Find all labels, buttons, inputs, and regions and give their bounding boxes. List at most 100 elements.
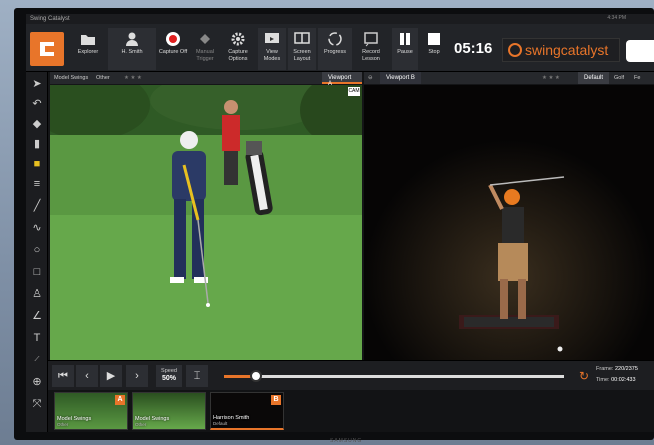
studio-video-frame bbox=[364, 85, 654, 360]
monitor-frame: Swing Catalyst 4:34 PM Explorer H. Smith… bbox=[0, 0, 654, 445]
capture-off-label: Capture Off bbox=[158, 49, 188, 55]
screen-layout-button[interactable]: Screen Layout bbox=[288, 28, 316, 70]
cloud-icon[interactable] bbox=[626, 40, 654, 62]
undo-icon[interactable]: ↶ bbox=[29, 96, 45, 112]
explorer-button[interactable]: Explorer bbox=[70, 28, 106, 70]
trigger-icon bbox=[200, 34, 210, 44]
thumbnail-subtitle: Other bbox=[57, 422, 69, 427]
rectangle-tool-icon[interactable]: □ bbox=[29, 264, 45, 280]
viewport-a-video[interactable]: CAM bbox=[50, 85, 362, 360]
pause-label: Pause bbox=[397, 49, 413, 55]
viewport-b-video[interactable] bbox=[364, 85, 654, 360]
trim-icon[interactable]: ⌶ bbox=[186, 365, 208, 387]
brand-swirl-icon bbox=[508, 43, 522, 57]
lesson-icon bbox=[364, 32, 378, 47]
sport-selector[interactable]: Golf bbox=[614, 75, 624, 81]
thumbnail-item[interactable]: Model Swings Other A bbox=[54, 392, 128, 430]
monitor-brand: SAMSUNG bbox=[330, 438, 363, 444]
camera-toggle-label: CAM bbox=[348, 88, 360, 94]
folder-icon bbox=[81, 35, 95, 45]
step-forward-icon[interactable]: › bbox=[126, 365, 148, 387]
frame-value: 220/2375 bbox=[614, 366, 638, 372]
circle-tool-icon[interactable]: ○ bbox=[29, 242, 45, 258]
viewport-badge: B bbox=[271, 395, 281, 405]
thumbnail-caption: Harrison Smith Default bbox=[213, 415, 249, 427]
thumbnail-item[interactable]: Model Swings Other bbox=[132, 392, 206, 430]
drawing-tools-panel: ➤ ↶ ◆ ▮ ■ ≡ ╱ ∿ ○ □ ♙ ∠ T ⟋ ⊕ ⤧ bbox=[26, 72, 48, 432]
capture-options-button[interactable]: Capture Options bbox=[222, 28, 254, 70]
view-modes-button[interactable]: View Modes bbox=[258, 28, 286, 70]
pointer-tool-icon[interactable]: ➤ bbox=[29, 76, 45, 92]
trash-icon[interactable]: ▮ bbox=[29, 136, 45, 152]
stop-button[interactable]: Stop bbox=[422, 28, 446, 70]
step-back-icon[interactable]: ‹ bbox=[76, 365, 98, 387]
explorer-label: Explorer bbox=[77, 49, 99, 55]
color-picker-icon[interactable]: ■ bbox=[29, 156, 45, 172]
thumbnail-caption: Model Swings Other bbox=[135, 416, 169, 428]
viewport-a-tab[interactable]: Viewport A bbox=[322, 72, 362, 87]
thumbnail-subtitle: Default bbox=[213, 421, 228, 426]
viewport-b-tab[interactable]: Viewport B bbox=[380, 72, 421, 84]
ruler-tool-icon[interactable]: ⟋ bbox=[29, 352, 45, 368]
view-modes-label: View Modes bbox=[263, 49, 281, 62]
time-value: 00:02:433 bbox=[611, 377, 636, 383]
playback-controls: ⏮ ‹ ▶ › Speed 50% ⌶ ↻ Frame: 220/2375 Ti… bbox=[48, 360, 654, 390]
rating-stars[interactable]: ★ ★ ★ bbox=[124, 75, 142, 81]
system-clock: 4:34 PM bbox=[607, 15, 626, 21]
monitor-icon bbox=[265, 33, 279, 43]
stop-label: Stop bbox=[428, 49, 440, 55]
skip-start-icon[interactable]: ⏮ bbox=[52, 365, 74, 387]
camera-toggle[interactable]: CAM bbox=[348, 87, 360, 96]
app-title: Swing Catalyst bbox=[30, 16, 70, 22]
user-button[interactable]: H. Smith bbox=[108, 28, 156, 70]
line-tool-icon[interactable]: ╱ bbox=[29, 198, 45, 214]
mode-value: Default bbox=[584, 75, 604, 81]
speed-label: Speed bbox=[161, 368, 177, 374]
frame-label: Frame: bbox=[596, 366, 614, 372]
timeline-scrubber[interactable] bbox=[249, 370, 262, 382]
session-timer: 05:16 bbox=[454, 40, 493, 57]
tab-model-swings[interactable]: Model Swings bbox=[54, 75, 88, 81]
viewport-a-header: Model Swings Other ★ ★ ★ Viewport A bbox=[50, 72, 362, 87]
zoom-icon[interactable]: ⊕ bbox=[29, 374, 45, 390]
pause-icon bbox=[400, 33, 410, 45]
capture-off-button[interactable]: Capture Off bbox=[158, 28, 188, 70]
tab-other[interactable]: Other bbox=[96, 75, 110, 81]
play-icon[interactable]: ▶ bbox=[100, 365, 122, 387]
pause-button[interactable]: Pause bbox=[392, 28, 418, 70]
thumbnail-subtitle: Other bbox=[135, 422, 147, 427]
freehand-tool-icon[interactable]: ∿ bbox=[29, 220, 45, 236]
loop-icon[interactable]: ↻ bbox=[576, 369, 592, 383]
speed-control[interactable]: Speed 50% bbox=[156, 365, 182, 387]
link-icon[interactable]: ⊖ bbox=[368, 75, 373, 81]
viewport-b-rating-stars[interactable]: ★ ★ ★ bbox=[542, 75, 560, 81]
mode-dropdown[interactable]: Default bbox=[578, 72, 610, 84]
progress-circle-icon bbox=[328, 32, 342, 46]
line-width-icon[interactable]: ≡ bbox=[29, 176, 45, 192]
stop-icon bbox=[428, 33, 440, 45]
viewport-b-header: ⊖ Viewport B ★ ★ ★ Default Golf Fe bbox=[364, 72, 654, 84]
screen-layout-label: Screen Layout bbox=[293, 49, 311, 62]
user-label: H. Smith bbox=[121, 49, 143, 55]
thumbnail-item-selected[interactable]: Harrison Smith Default B bbox=[210, 392, 284, 430]
manual-trigger-label: Manual Trigger bbox=[195, 49, 215, 62]
frame-info: Frame: 220/2375 Time: 00:02:433 bbox=[596, 364, 638, 386]
extra-selector[interactable]: Fe bbox=[634, 75, 640, 81]
body-angle-tool-icon[interactable]: ♙ bbox=[29, 286, 45, 302]
angle-tool-icon[interactable]: ∠ bbox=[29, 308, 45, 324]
thumbnail-caption: Model Swings Other bbox=[57, 416, 91, 428]
record-lesson-button[interactable]: Record Lesson bbox=[356, 28, 386, 70]
app-window: Swing Catalyst 4:34 PM Explorer H. Smith… bbox=[26, 14, 654, 432]
manual-trigger-button[interactable]: Manual Trigger bbox=[190, 28, 220, 70]
progress-button[interactable]: Progress bbox=[318, 28, 352, 70]
main-toolbar: Explorer H. Smith Capture Off Manual Tri… bbox=[26, 24, 654, 72]
record-lesson-label: Record Lesson bbox=[362, 49, 380, 62]
timeline-track[interactable] bbox=[224, 375, 564, 378]
thumbnail-strip: Model Swings Other A Model Swings Other Ha… bbox=[48, 390, 654, 432]
text-tool-icon[interactable]: T bbox=[29, 330, 45, 346]
golf-course-video-frame bbox=[50, 85, 362, 360]
progress-label: Progress bbox=[323, 49, 346, 55]
speed-value: 50% bbox=[161, 375, 176, 382]
fit-screen-icon[interactable]: ⤧ bbox=[29, 396, 45, 412]
eraser-icon[interactable]: ◆ bbox=[29, 116, 45, 132]
